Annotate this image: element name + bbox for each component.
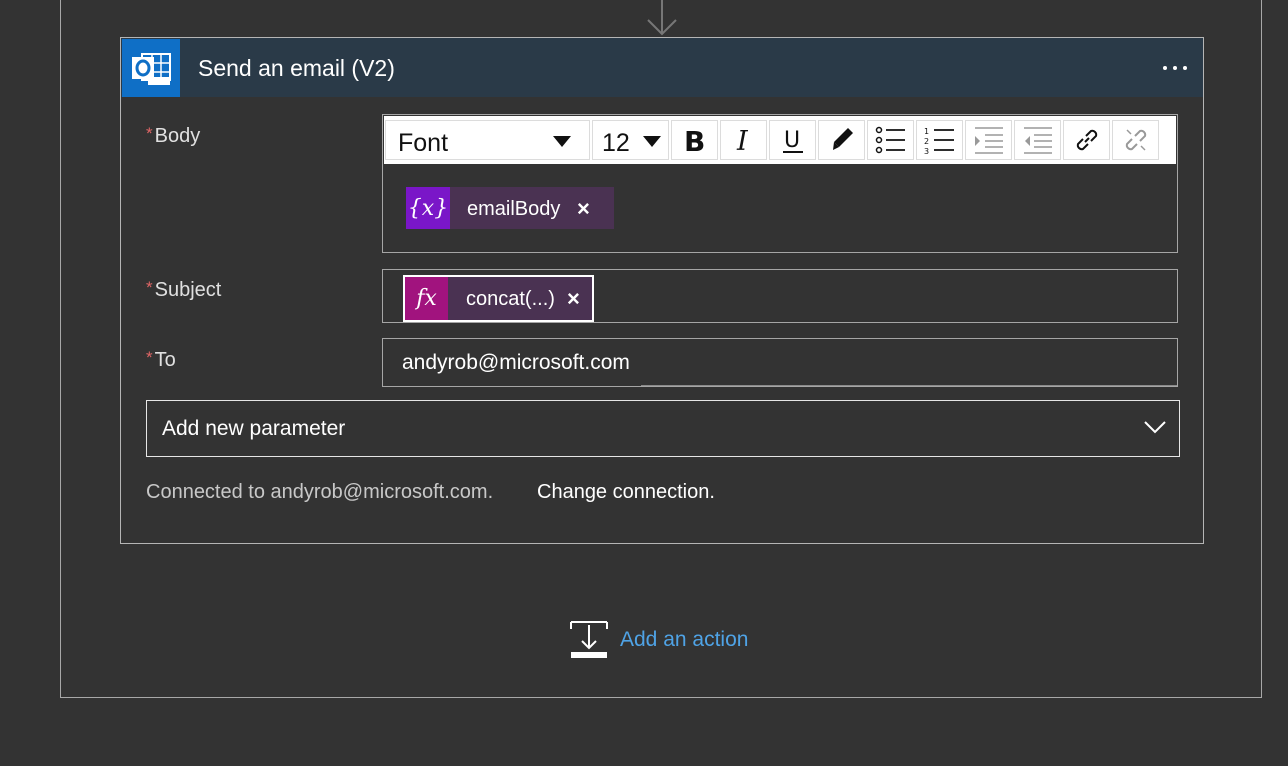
italic-icon: I [736, 126, 749, 155]
insert-step-icon [570, 621, 608, 658]
font-size-label: 12 [602, 129, 630, 157]
to-field-underline [641, 385, 1177, 386]
link-icon [1076, 129, 1097, 151]
subject-expression-token[interactable]: fx concat(...) × [403, 275, 594, 322]
remove-token-button[interactable]: × [577, 196, 590, 222]
remove-token-button[interactable]: × [567, 286, 580, 312]
token-label: emailBody [467, 198, 561, 220]
to-value: andyrob@microsoft.com [402, 351, 630, 374]
svg-text:U: U [784, 128, 800, 153]
svg-text:B: B [684, 125, 705, 155]
unlink-button[interactable] [1112, 120, 1159, 160]
subject-field[interactable]: fx concat(...) × [382, 269, 1178, 323]
font-size-dropdown[interactable]: 12 [592, 120, 669, 160]
underline-button[interactable]: U [769, 120, 816, 160]
ellipsis-icon [1163, 66, 1167, 70]
font-family-dropdown[interactable]: Font [385, 120, 590, 160]
indent-button[interactable] [965, 120, 1012, 160]
svg-text:I: I [736, 126, 749, 155]
italic-button[interactable]: I [720, 120, 767, 160]
add-new-parameter-dropdown[interactable]: Add new parameter [146, 400, 1180, 457]
font-label: Font [398, 129, 449, 157]
caret-down-icon [553, 136, 571, 147]
to-label-text: To [154, 349, 176, 371]
required-marker: * [146, 348, 153, 367]
svg-text:2: 2 [924, 137, 929, 146]
indent-icon [974, 127, 1003, 154]
bulleted-list-button[interactable] [867, 120, 914, 160]
flow-arrow-icon [647, 0, 677, 36]
body-editor[interactable]: Font 12 B I U 1 2 3 {x} emailBody × [382, 114, 1178, 253]
function-icon: fx [405, 277, 448, 320]
rich-text-toolbar: Font 12 B I U 1 2 3 [384, 116, 1176, 164]
numbered-list-icon: 1 2 3 [924, 127, 954, 154]
ellipsis-dot [1183, 66, 1187, 70]
send-email-action-card: Send an email (V2) * Body Font 12 B I U … [120, 37, 1204, 544]
more-options-button[interactable] [1157, 53, 1193, 81]
connection-status: Connected to andyrob@microsoft.com. [146, 481, 494, 503]
link-button[interactable] [1063, 120, 1110, 160]
svg-text:3: 3 [924, 147, 929, 154]
body-label: * Body [146, 124, 200, 148]
highlight-pen-icon [832, 128, 853, 150]
svg-text:1: 1 [924, 127, 929, 136]
ellipsis-dot [1173, 66, 1177, 70]
token-label: concat(...) [466, 288, 555, 310]
required-marker: * [146, 278, 153, 297]
caret-down-icon [643, 136, 661, 147]
chevron-down-icon [1144, 421, 1166, 434]
add-parameter-label: Add new parameter [162, 417, 346, 440]
bold-icon: B [684, 125, 705, 155]
outlook-icon [122, 39, 180, 97]
outdent-button[interactable] [1014, 120, 1061, 160]
to-field[interactable]: andyrob@microsoft.com [382, 338, 1178, 387]
numbered-list-button[interactable]: 1 2 3 [916, 120, 963, 160]
bold-button[interactable]: B [671, 120, 718, 160]
bulleted-list-icon [875, 126, 905, 154]
card-title: Send an email (V2) [198, 55, 395, 81]
variable-icon: {x} [406, 187, 450, 229]
highlight-button[interactable] [818, 120, 865, 160]
change-connection-link[interactable]: Change connection. [537, 481, 715, 504]
underline-icon: U [782, 128, 803, 153]
add-action-label: Add an action [620, 628, 749, 651]
required-marker: * [146, 124, 153, 143]
unlink-icon [1125, 129, 1146, 151]
subject-label: * Subject [146, 278, 221, 302]
outdent-icon [1023, 127, 1052, 154]
email-body-token[interactable]: {x} emailBody × [406, 187, 614, 229]
to-label: * To [146, 348, 176, 372]
body-label-text: Body [154, 125, 201, 147]
subject-label-text: Subject [154, 279, 222, 301]
card-header[interactable]: Send an email (V2) [121, 38, 1203, 97]
